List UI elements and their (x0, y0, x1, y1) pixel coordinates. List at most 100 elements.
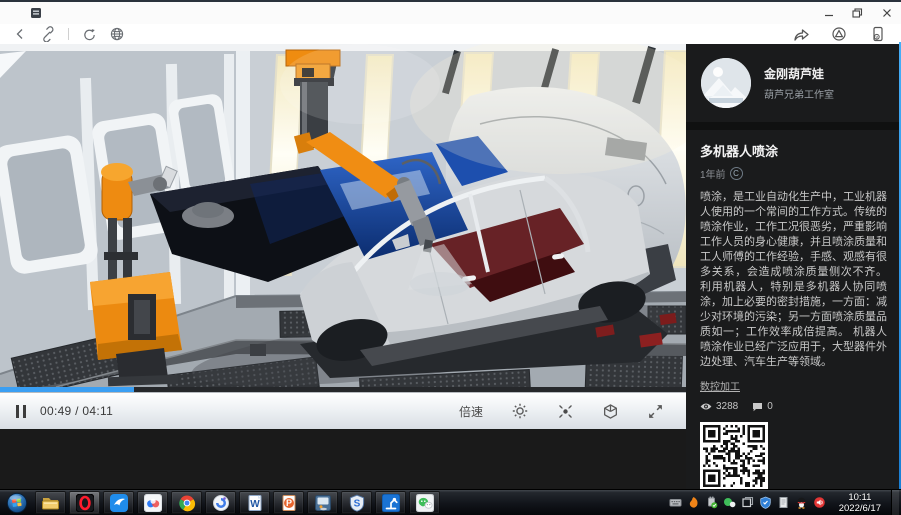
qr-panel (700, 422, 768, 490)
tray-volume-icon[interactable] (813, 496, 827, 510)
swirl-browser-icon (212, 494, 230, 512)
speed-button[interactable]: 倍速 (459, 403, 483, 420)
wechat-icon (416, 494, 434, 512)
post-title: 多机器人喷涂 (700, 141, 887, 160)
tray-notes-icon[interactable] (777, 496, 791, 510)
taskbar-item-robot-sim[interactable] (375, 491, 406, 514)
taskbar-item-wechat[interactable] (409, 491, 440, 514)
tray-shield-icon[interactable] (759, 496, 773, 510)
cube-icon (602, 403, 619, 420)
gear-icon (511, 402, 529, 420)
chrome-icon (178, 494, 196, 512)
taskbar-item-shield-app[interactable]: S (341, 491, 372, 514)
svg-text:P: P (285, 498, 291, 508)
tray-usb-icon[interactable] (705, 496, 719, 510)
taskbar: W P S 10:11 2022/6/17 (0, 489, 901, 515)
close-button[interactable] (872, 4, 901, 22)
post-age: 1年前 (700, 166, 726, 181)
comments-icon (752, 402, 763, 412)
fullscreen-button[interactable] (647, 403, 664, 420)
taskbar-item-explorer[interactable] (35, 491, 66, 514)
avatar[interactable] (701, 58, 751, 108)
toolbar-divider (68, 28, 69, 40)
windows-start-icon (6, 492, 28, 514)
clock-time: 10:11 (839, 492, 881, 503)
post-meta: 1年前 C (700, 166, 887, 181)
taskbar-item-netdisk[interactable] (137, 491, 168, 514)
titlebar[interactable] (0, 0, 901, 24)
profile-name[interactable]: 金刚葫芦娃 (764, 65, 834, 82)
app-window: 00:49 / 04:11 倍速 (0, 0, 901, 489)
video-player[interactable]: 00:49 / 04:11 倍速 (0, 44, 686, 491)
qr-code (703, 425, 765, 487)
show-desktop-button[interactable] (891, 490, 899, 515)
word-doc-icon: W (246, 494, 264, 512)
shield-s-icon: S (348, 494, 366, 512)
minimize-icon (824, 8, 834, 18)
views-count: 3288 (716, 401, 738, 412)
globe-icon (109, 26, 125, 42)
video-frame (0, 44, 686, 387)
netdisk-icon (144, 494, 162, 512)
tray-snip-icon[interactable] (741, 496, 755, 510)
desktop: 00:49 / 04:11 倍速 (0, 0, 901, 515)
refresh-icon (82, 27, 97, 42)
avatar-image (701, 58, 751, 108)
powerpoint-icon: P (280, 494, 298, 512)
profile-studio: 葫芦兄弟工作室 (764, 86, 834, 101)
device-preview-button[interactable] (865, 25, 889, 43)
svg-text:S: S (353, 498, 360, 509)
settings-button[interactable] (511, 402, 529, 420)
orbit-3d-icon (831, 26, 847, 42)
start-button[interactable] (2, 491, 32, 515)
comments-count: 0 (767, 401, 773, 412)
taskbar-item-powerpoint[interactable]: P (273, 491, 304, 514)
pause-icon (16, 405, 19, 418)
close-icon (882, 8, 892, 18)
sidebar: 金刚葫芦娃 葫芦兄弟工作室 多机器人喷涂 1年前 C 喷涂，是工业自动化生产中，… (686, 44, 901, 491)
restore-icon (852, 8, 863, 18)
opera-icon (76, 494, 94, 512)
clock-date: 2022/6/17 (839, 503, 881, 514)
robot-arm-icon (382, 494, 400, 512)
device-preview-icon (870, 26, 885, 42)
refresh-button[interactable] (77, 25, 101, 43)
player-controls: 00:49 / 04:11 倍速 (0, 392, 686, 429)
taskbar-item-browser-swirl[interactable] (205, 491, 236, 514)
share-button[interactable] (789, 25, 813, 43)
view-3d-button[interactable] (602, 403, 619, 420)
post-stats: 3288 0 (700, 401, 887, 412)
taskbar-clock[interactable]: 10:11 2022/6/17 (839, 492, 881, 514)
presentation-icon (314, 494, 332, 512)
taskbar-item-presentation[interactable] (307, 491, 338, 514)
taskbar-item-opera[interactable] (69, 491, 100, 514)
tray-wechat-icon[interactable] (723, 496, 737, 510)
post-description: 喷涂，是工业自动化生产中，工业机器人使用的一个常间的工作方式。传统的喷涂作业，工… (700, 190, 887, 370)
tray-keyboard-icon[interactable] (669, 496, 683, 510)
toolbar (0, 24, 901, 44)
tray-sogou-icon[interactable] (687, 496, 701, 510)
back-icon (13, 27, 27, 41)
progress-fill (0, 387, 134, 392)
player-letterbox (0, 429, 686, 491)
taskbar-item-word[interactable]: W (239, 491, 270, 514)
progress-bar[interactable] (0, 387, 686, 392)
tag-link[interactable]: 数控加工 (700, 378, 740, 393)
globe-button[interactable] (105, 25, 129, 43)
tray-qq-icon[interactable] (795, 496, 809, 510)
link-icon (40, 26, 56, 42)
pause-button[interactable] (16, 405, 26, 418)
minimize-button[interactable] (814, 4, 843, 22)
thunder-bird-icon (110, 494, 128, 512)
link-button[interactable] (36, 25, 60, 43)
back-button[interactable] (8, 25, 32, 43)
spotlight-button[interactable] (557, 403, 574, 420)
taskbar-item-thunder[interactable] (103, 491, 134, 514)
time-display: 00:49 / 04:11 (40, 404, 113, 418)
views-icon (700, 402, 712, 411)
taskbar-item-chrome[interactable] (171, 491, 202, 514)
restore-button[interactable] (843, 4, 872, 22)
profile-card: 金刚葫芦娃 葫芦兄弟工作室 (686, 44, 901, 130)
fullscreen-icon (647, 403, 664, 420)
orbit-3d-button[interactable] (827, 25, 851, 43)
